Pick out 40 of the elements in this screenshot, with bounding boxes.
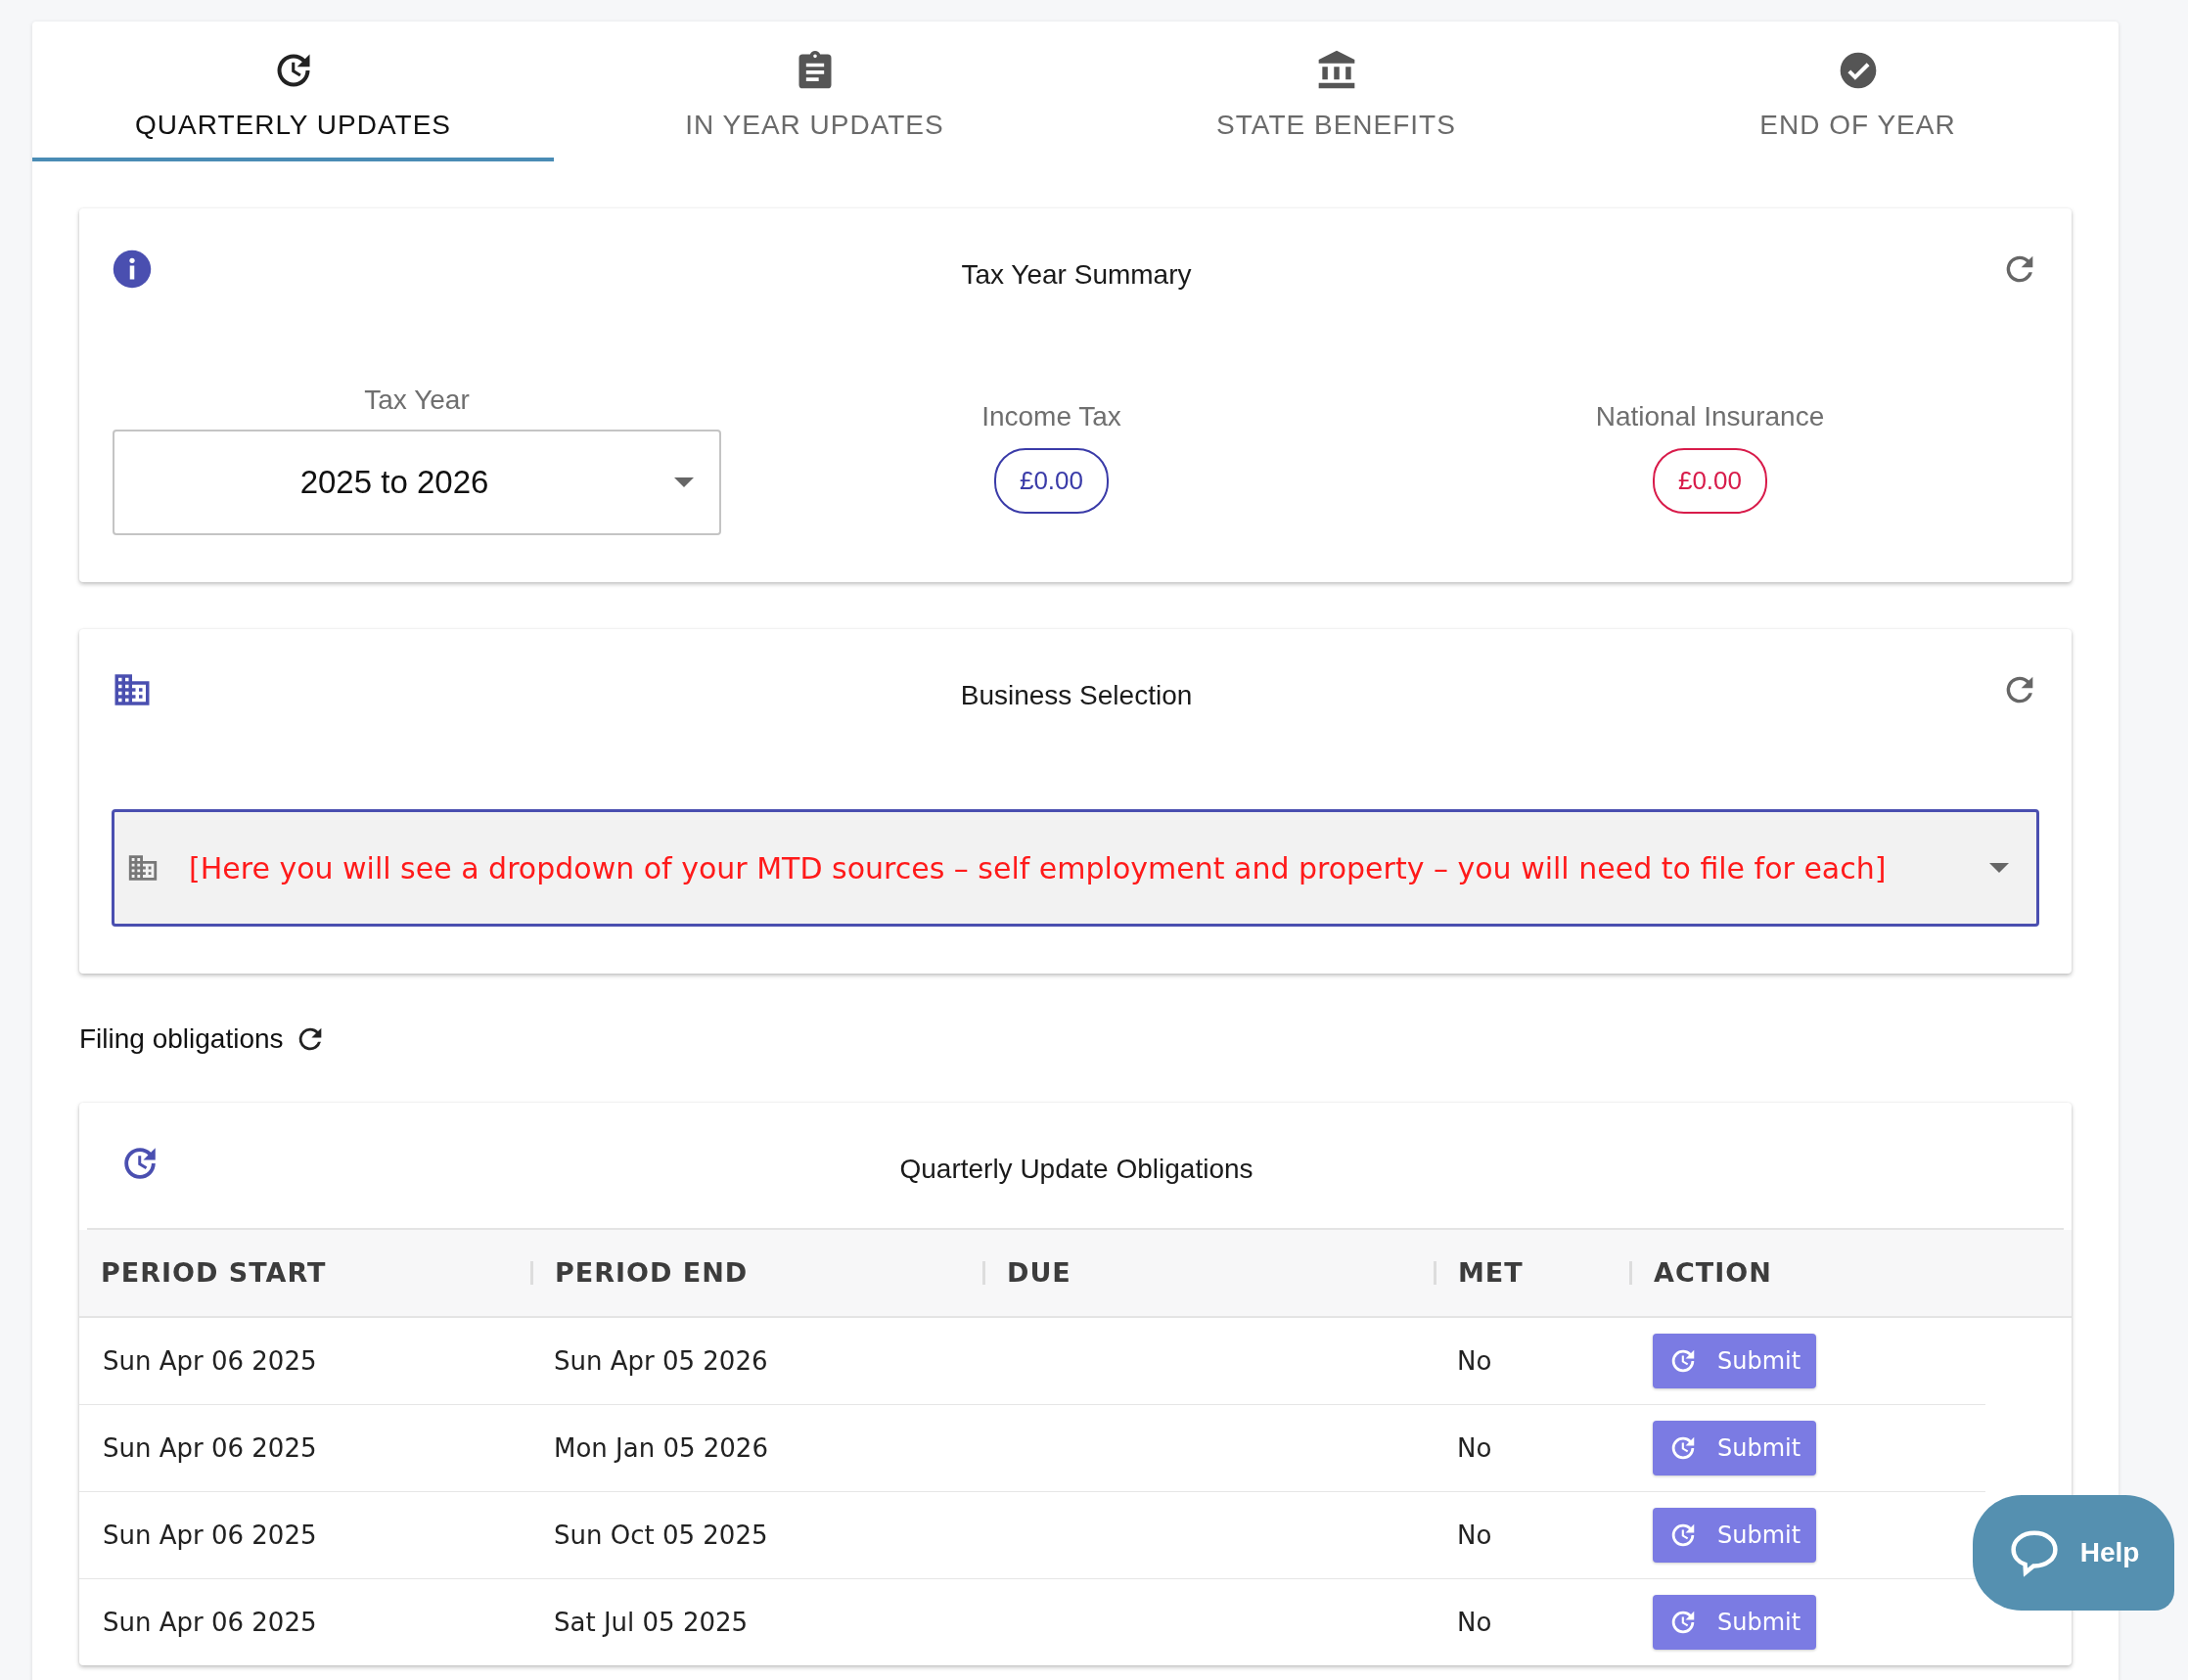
column-header[interactable]: ACTION [1629,1261,2072,1285]
amount-chip: £0.00 [993,448,1110,514]
tab[interactable]: QUARTERLY UPDATES [32,22,554,161]
submit-button[interactable]: Submit [1653,1421,1817,1476]
field-label: Tax Year [364,385,470,416]
tab[interactable]: END OF YEAR [1597,22,2119,161]
card-title: Quarterly Update Obligations [898,1153,1254,1185]
caret-icon [1989,863,2009,873]
table-cell-text: Sat Jul 05 2025 [553,1608,750,1637]
help-button[interactable]: Help [1973,1495,2174,1611]
tax-year-select[interactable]: 2025 to 2026 [113,430,721,535]
table-cell-text: No [1456,1608,1493,1637]
info-icon [112,249,153,290]
column-header[interactable]: PERIOD START [79,1261,530,1285]
amount-label: Income Tax [981,401,1121,432]
table-cell-text: Mon Jan 05 2026 [553,1433,769,1463]
submit-button[interactable]: Submit [1653,1595,1817,1650]
column-header[interactable]: PERIOD END [530,1261,982,1285]
column-header[interactable]: DUE [982,1261,1434,1285]
table-cell-text: Sun Apr 06 2025 [102,1346,318,1376]
table-cell-text: Sun Apr 06 2025 [102,1608,318,1637]
table-cell-text: No [1456,1346,1493,1376]
table-cell-text: No [1456,1521,1493,1550]
column-header[interactable]: MET [1434,1261,1629,1285]
amount-label: National Insurance [1595,401,1825,432]
table-cell-text: No [1456,1433,1493,1463]
card-title: Business Selection [959,679,1194,711]
submit-button[interactable]: Submit [1653,1508,1817,1563]
table-cell-text: Sun Apr 06 2025 [102,1433,318,1463]
amount-chip: £0.00 [1652,448,1768,514]
section-label: Filing obligations [79,1023,284,1055]
tab[interactable]: IN YEAR UPDATES [554,22,1075,161]
card-title: Tax Year Summary [960,258,1193,291]
business-select[interactable]: [Here you will see a dropdown of your MTD sources – self employment and property – you will need to file for each] [112,809,2039,927]
tab[interactable]: STATE BENEFITS [1075,22,1597,161]
table-cell-text: Sun Oct 05 2025 [553,1521,769,1550]
caret-icon [674,477,694,487]
table-cell-text: Sun Apr 06 2025 [102,1521,318,1550]
submit-button[interactable]: Submit [1653,1334,1817,1388]
table-cell-text: Sun Apr 05 2026 [553,1346,769,1376]
